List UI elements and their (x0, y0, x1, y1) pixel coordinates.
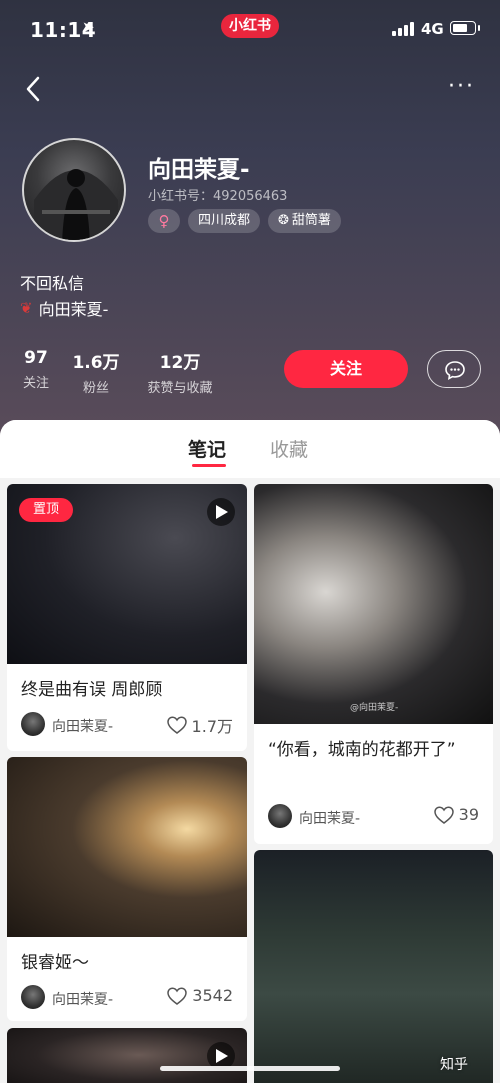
back-button[interactable] (20, 72, 50, 106)
heart-icon (166, 716, 187, 734)
note-cover-image (254, 484, 493, 724)
gender-tag: ♀ (148, 209, 180, 233)
stat-likes[interactable]: 12万 获赞与收藏 (140, 348, 220, 396)
play-icon (216, 505, 228, 519)
note-title: 银睿姬～ (21, 953, 89, 973)
like-count-value: 1.7万 (191, 717, 233, 736)
stat-followers-label: 粉丝 (82, 381, 109, 396)
video-badge (207, 498, 235, 526)
note-cover-image (7, 757, 247, 937)
tab-collections[interactable]: 收藏 (270, 435, 308, 462)
play-icon (216, 1049, 228, 1063)
note-author: 向田茉夏- (52, 719, 114, 735)
note-card[interactable]: 置顶 终是曲有误 周郎顾 向田茉夏- 1.7万 (7, 484, 247, 751)
tab-bar: 笔记 收藏 (0, 420, 500, 478)
chinese-knot-icon: ❦ (20, 299, 33, 317)
author-avatar (21, 985, 45, 1009)
stat-followers-value: 1.6万 (72, 353, 120, 373)
username: 向田茉夏- (148, 157, 250, 183)
home-indicator[interactable] (160, 1066, 340, 1071)
level-label: 甜筒薯 (291, 213, 331, 228)
bio-line-1: 不回私信 (20, 274, 85, 293)
stat-following-value: 97 (24, 348, 48, 368)
avatar[interactable] (22, 138, 126, 242)
heart-icon (167, 986, 188, 1005)
app-badge: 小红书 (221, 14, 279, 38)
battery-icon (450, 21, 476, 35)
signal-icon (392, 22, 414, 36)
bio-line-2: ❦ 向田茉夏- (20, 296, 108, 320)
note-card[interactable] (7, 1028, 247, 1083)
stat-following-label: 关注 (22, 376, 49, 391)
user-id: 小红书号：492056463 (148, 189, 288, 204)
author-avatar (268, 804, 292, 828)
note-title: 终是曲有误 周郎顾 (21, 680, 163, 700)
battery-cap-icon (478, 25, 480, 31)
note-card[interactable] (254, 850, 493, 1083)
bio-line-2-text: 向田茉夏- (38, 300, 109, 319)
heart-icon (433, 805, 454, 824)
image-watermark: @向田茉夏- (350, 703, 399, 713)
stat-followers[interactable]: 1.6万 粉丝 (70, 348, 122, 396)
like-count-value: 39 (458, 805, 479, 824)
note-card[interactable]: 银睿姬～ 向田茉夏- 3542 (7, 757, 247, 1021)
profile-tags: ♀ 四川成都 ❂ 甜筒薯 (148, 209, 341, 233)
network-type: 4G (421, 20, 444, 38)
like-count[interactable]: 3542 (167, 986, 233, 1005)
note-title: “你看，城南的花都开了” (268, 740, 456, 760)
location-tag: 四川成都 (188, 209, 261, 233)
note-author: 向田茉夏- (52, 992, 114, 1008)
notes-panel: 笔记 收藏 置顶 终是曲有误 周郎顾 向田茉夏- 1.7万 “你看，城南的花都开… (0, 420, 500, 1083)
location-arrow-icon: ➤ (82, 18, 95, 36)
note-cover-image (254, 850, 493, 1083)
like-count-value: 3542 (192, 986, 233, 1005)
avatar-figure-icon (34, 169, 118, 240)
chat-bubble-icon (445, 361, 465, 380)
profile-header: 11:14 ➤ 小红书 4G ··· 向田茉夏- 小红书号：492056463 … (0, 0, 500, 440)
more-options-button[interactable]: ··· (448, 76, 478, 98)
note-author: 向田茉夏- (299, 811, 361, 827)
zhihu-watermark: 知乎 (440, 1057, 468, 1073)
like-count[interactable]: 1.7万 (166, 713, 233, 737)
follow-button[interactable]: 关注 (284, 350, 408, 388)
medal-icon: ❂ (278, 213, 289, 228)
stat-likes-value: 12万 (159, 353, 201, 373)
message-button[interactable] (427, 350, 481, 388)
level-tag[interactable]: ❂ 甜筒薯 (268, 209, 341, 233)
status-bar: 11:14 ➤ 小红书 4G (0, 14, 500, 48)
pinned-badge: 置顶 (19, 498, 73, 522)
like-count[interactable]: 39 (433, 805, 479, 824)
chevron-left-icon (26, 76, 40, 102)
author-avatar (21, 712, 45, 736)
note-card[interactable]: “你看，城南的花都开了” 向田茉夏- 39 (254, 484, 493, 844)
tab-notes[interactable]: 笔记 (188, 435, 226, 462)
active-tab-indicator (192, 464, 226, 467)
stat-following[interactable]: 97 关注 (20, 348, 52, 391)
stat-likes-label: 获赞与收藏 (147, 381, 213, 396)
